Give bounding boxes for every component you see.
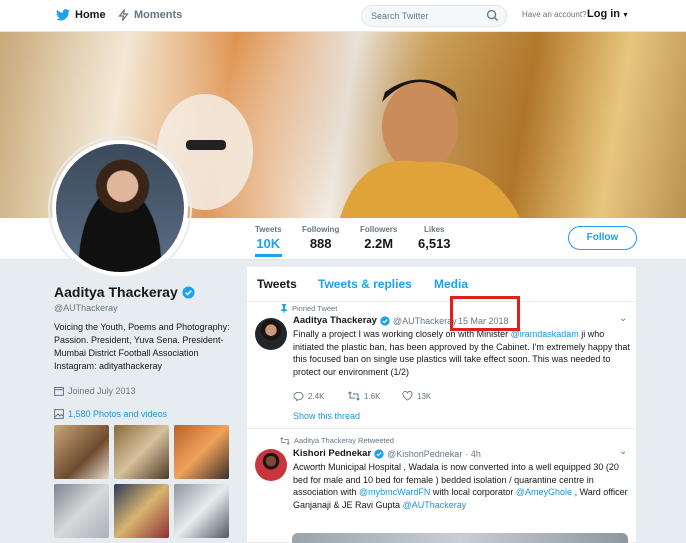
top-nav-bar: Home Moments Search Twitter Have an acco… [0,0,686,32]
media-thumbnail[interactable] [114,484,169,538]
stat-likes-label: Likes [424,225,445,234]
stat-following-value: 888 [309,236,332,251]
tweet-divider [247,428,638,429]
profile-name-text: Aaditya Thackeray [54,284,178,300]
login-label: Log in [587,8,620,20]
tweet-text: Acworth Municipal Hospital , Wadala is n… [293,461,628,511]
media-thumbnail[interactable] [174,425,229,479]
profile-name: Aaditya Thackeray [54,284,195,300]
chevron-down-icon[interactable]: ⌄ [619,313,627,324]
account-prompt: Have an account? [522,10,587,19]
tab-media[interactable]: Media [434,277,468,291]
stat-tweets-label: Tweets [255,225,282,234]
media-thumbnail[interactable] [54,425,109,479]
caret-down-icon: ▼ [622,12,629,19]
mention-link[interactable]: @mybmcWardFN [359,487,430,497]
stat-likes-value: 6,513 [418,236,451,251]
joined-text: Joined July 2013 [68,386,136,396]
search-icon[interactable] [486,9,499,22]
stat-likes[interactable]: Likes 6,513 [418,225,451,251]
profile-handle: @AUThackeray [54,303,118,313]
reply-action[interactable]: 2.4K [293,391,324,401]
verified-badge-icon [374,448,384,459]
retweet-count: 1.6K [364,391,381,401]
search-placeholder: Search Twitter [371,11,429,21]
tweet-author-name: Kishori Pednekar [293,448,372,459]
tab-tweets[interactable]: Tweets [257,277,297,291]
tweet-author[interactable]: Kishori Pednekar @KishoriPednekar · 4h [293,448,481,459]
photos-videos-text: 1,580 Photos and videos [68,409,168,419]
photos-videos-link[interactable]: 1,580 Photos and videos [54,409,167,419]
stat-followers-label: Followers [360,225,398,234]
tweet-author-handle: @AUThackeray [392,315,457,326]
calendar-icon [54,387,64,396]
tweet-media-preview[interactable] [292,533,628,543]
reply-count: 2.4K [308,391,325,401]
tweet-text: Finally a project I was working closely … [293,328,633,378]
search-input[interactable]: Search Twitter [361,5,507,27]
show-thread-link[interactable]: Show this thread [293,411,360,421]
tweet-author-avatar[interactable] [255,449,287,481]
profile-bio: Voicing the Youth, Poems and Photography… [54,322,230,371]
joined-date: Joined July 2013 [54,386,136,396]
tweet-author-handle: @KishoriPednekar [387,448,463,459]
tweet-author-name: Aaditya Thackeray [293,315,377,326]
retweet-indicator: Aaditya Thackeray Retweeted [280,436,394,445]
stat-tweets[interactable]: Tweets 10K [255,225,282,257]
reply-icon [293,391,304,401]
mention-link[interactable]: @iramdaskadam [511,329,579,339]
login-dropdown[interactable]: Log in ▼ [587,8,629,20]
tweet-author[interactable]: Aaditya Thackeray @AUThackeray [293,315,457,326]
avatar[interactable] [52,140,188,276]
tweet-timestamp[interactable]: · 4h [465,449,481,459]
image-icon [54,409,64,419]
like-action[interactable]: 13K [402,391,431,401]
tweet-author-avatar[interactable] [255,318,287,350]
pinned-label: Pinned Tweet [292,304,338,313]
mention-link[interactable]: @AmeyGhole [516,487,572,497]
moments-nav-link[interactable]: Moments [118,9,182,21]
lightning-icon [118,9,129,21]
retweet-action[interactable]: 1.6K [348,391,380,401]
retweeted-label: Aaditya Thackeray Retweeted [294,436,394,445]
highlight-box [450,296,520,331]
verified-badge-icon [380,315,390,326]
stat-followers[interactable]: Followers 2.2M [360,225,397,251]
home-nav-link[interactable]: Home [56,9,106,21]
stat-followers-value: 2.2M [364,236,394,251]
verified-badge-icon [182,285,195,299]
stat-following[interactable]: Following 888 [302,225,339,251]
pinned-indicator: Pinned Tweet [280,304,337,313]
retweet-icon [280,436,290,445]
home-label: Home [75,9,106,21]
follow-button[interactable]: Follow [568,226,637,250]
retweet-icon [348,391,360,401]
heart-icon [402,391,413,401]
like-count: 13K [417,391,432,401]
tab-divider [247,301,638,302]
media-thumbnail[interactable] [114,425,169,479]
tweet-text-part: with local corporator [430,487,516,497]
tweet-timeline: Tweets Tweets & replies Media Pinned Twe… [246,266,638,543]
mention-link[interactable]: @AUThackeray [403,500,467,510]
tab-tweets-replies[interactable]: Tweets & replies [318,277,412,291]
media-thumbnail[interactable] [174,484,229,538]
twitter-bird-icon [56,9,70,21]
pin-icon [281,304,287,313]
stat-tweets-value: 10K [256,236,281,251]
chevron-down-icon[interactable]: ⌄ [619,446,627,457]
stat-following-label: Following [302,225,340,234]
moments-label: Moments [134,9,183,21]
media-thumbnail[interactable] [54,484,109,538]
